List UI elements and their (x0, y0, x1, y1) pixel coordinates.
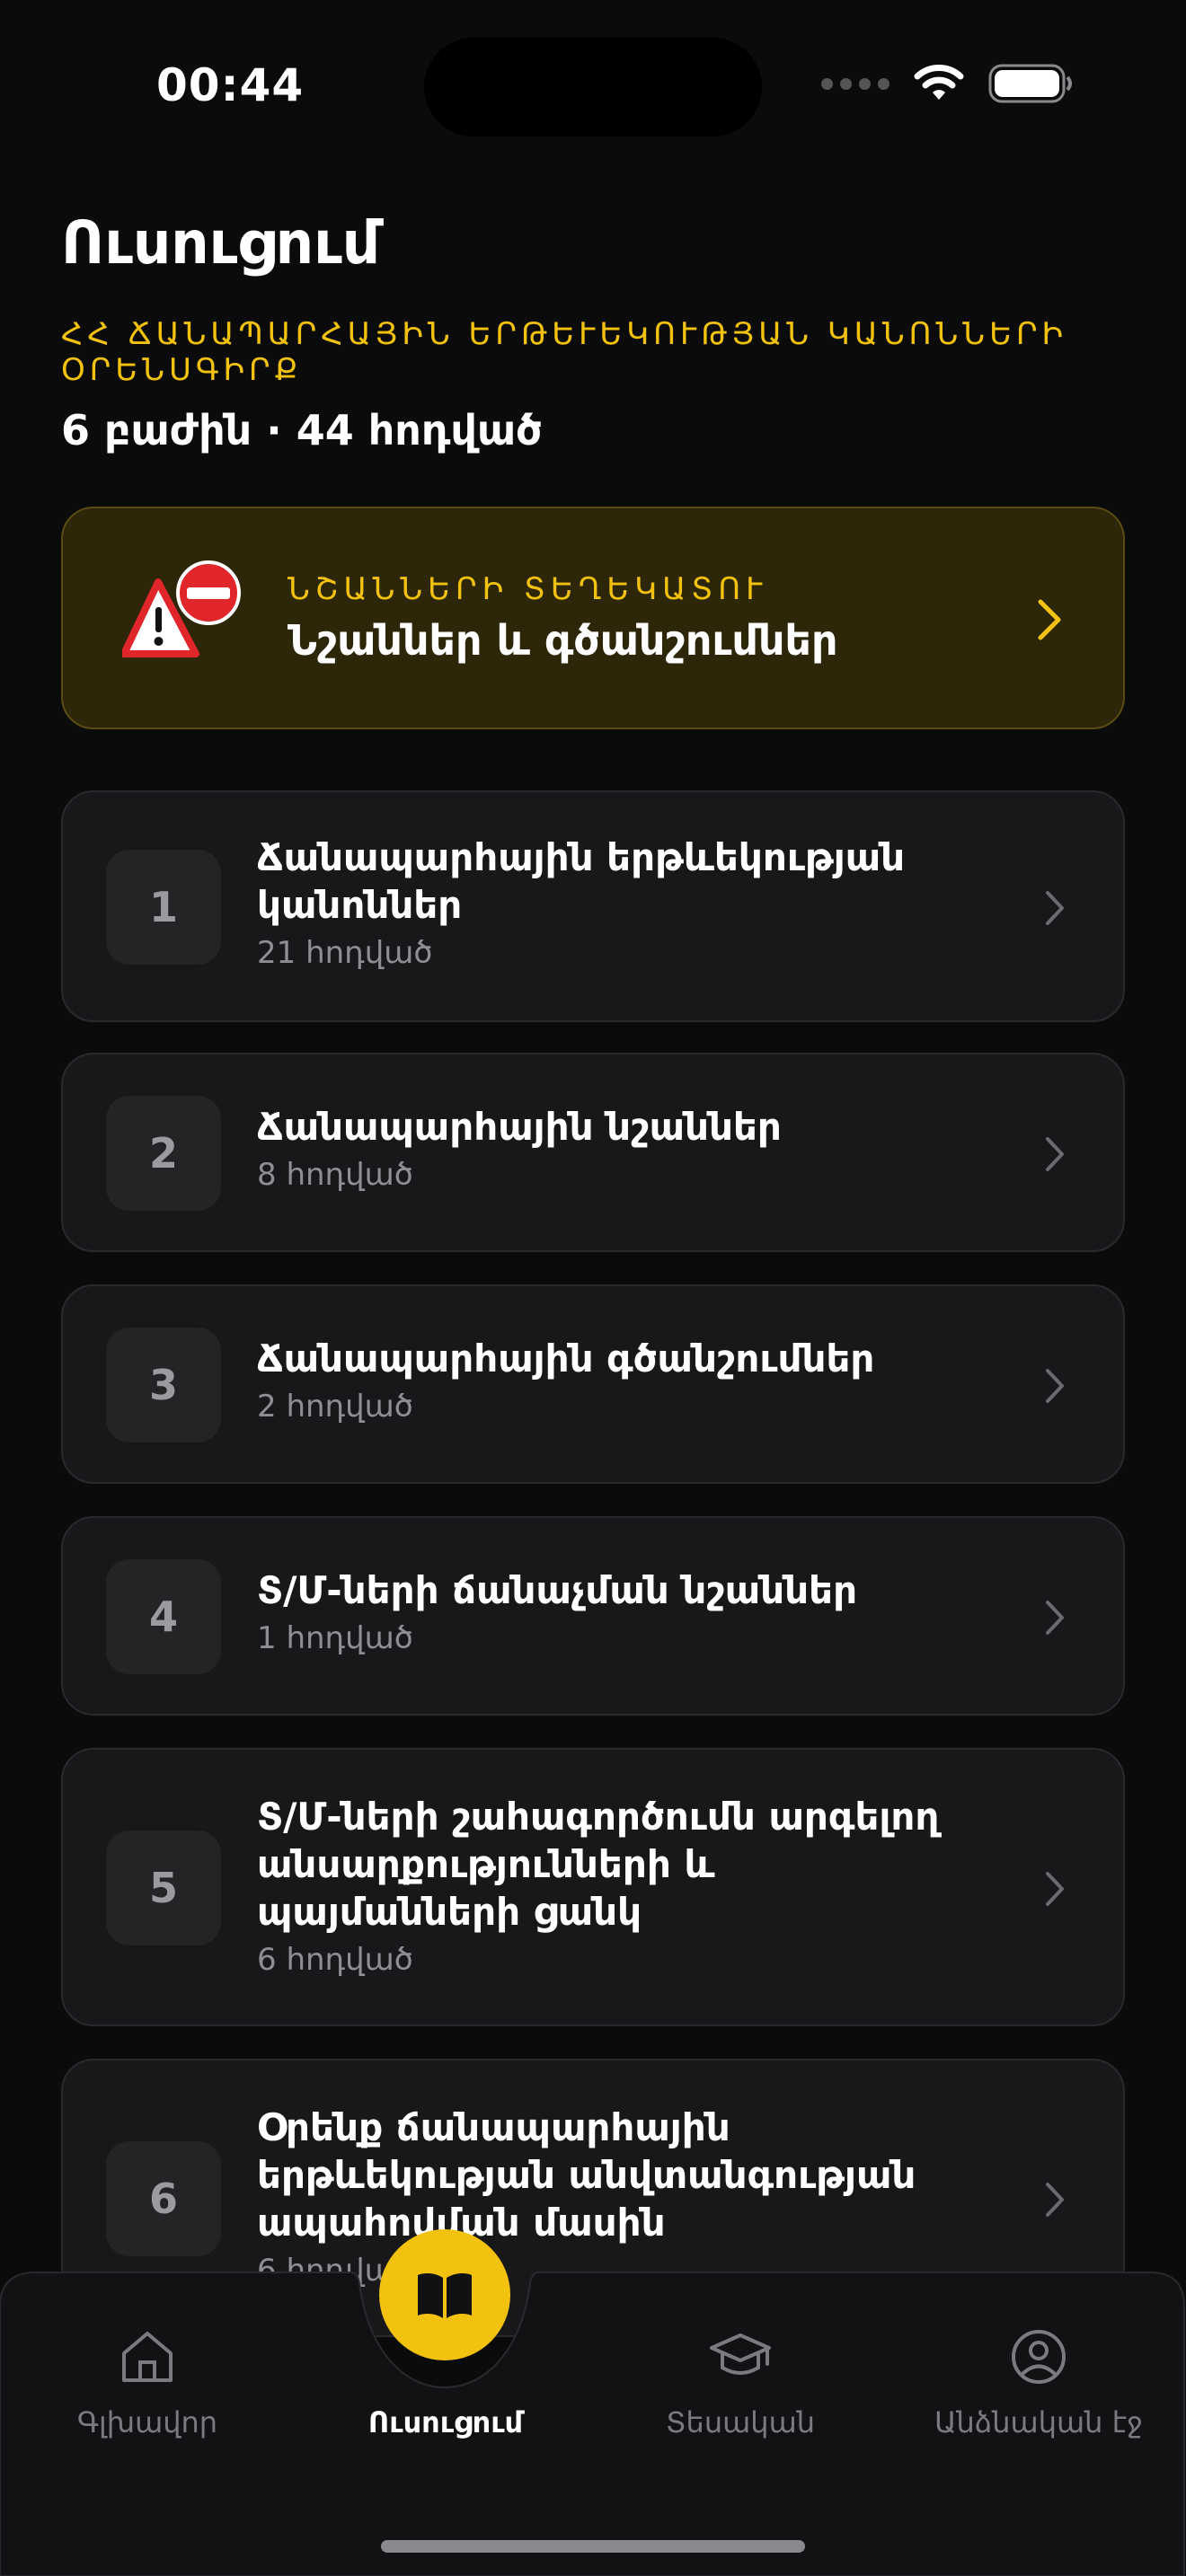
tab-label: Ուսուցում (367, 2405, 524, 2439)
signs-card-kicker: ՆՇԱՆՆԵՐԻ ՏԵՂԵԿԱՏՈՒ (288, 571, 768, 607)
section-article-count: 8 հոդված (257, 1157, 413, 1193)
chevron-right-icon (1046, 1137, 1064, 1171)
tab-label: Գլխավոր (76, 2405, 218, 2439)
chevron-right-icon (1046, 1601, 1064, 1635)
section-number-badge: 4 (106, 1559, 221, 1674)
page-title: Ուսուցում (61, 208, 381, 278)
section-title: Ճանապարհային նշաններ (257, 1105, 782, 1149)
section-article-count: 1 հոդված (257, 1620, 413, 1656)
section-title: Տ/Մ-ների ճանաչման նշաններ (257, 1568, 858, 1612)
dynamic-island (424, 38, 762, 137)
tab-label: Տեսական (665, 2405, 816, 2439)
chevron-right-icon (1046, 2183, 1064, 2217)
code-subtitle: ՀՀ ՃԱՆԱՊԱՐՀԱՅԻՆ ԵՐԹԵՒԵԿՈՒԹՅԱՆ ԿԱՆՈՆՆԵՐԻ … (61, 316, 1068, 388)
tab-home[interactable]: Գլխավոր (13, 2326, 282, 2439)
wifi-icon (914, 65, 964, 100)
home-icon (122, 2332, 173, 2382)
section-number-badge: 5 (106, 1831, 221, 1945)
section-article-count: 2 հոդված (257, 1389, 413, 1425)
tab-theory[interactable]: Տեսական (606, 2326, 875, 2439)
section-title: Տ/Մ-ների շահագործումն արգելող անսարքությ… (257, 1795, 940, 1934)
section-title: Ճանապարհային գծանշումներ (257, 1337, 875, 1381)
graduation-cap-icon (710, 2333, 771, 2375)
section-card-3[interactable]: 3 Ճանապարհային գծանշումներ 2 հոդված (61, 1284, 1125, 1484)
book-icon (418, 2273, 472, 2318)
section-card-4[interactable]: 4 Տ/Մ-ների ճանաչման նշաններ 1 հոդված (61, 1516, 1125, 1716)
status-icons (821, 63, 1075, 104)
section-article-counts: 6 բաժին · 44 հոդված (61, 406, 543, 454)
section-card-5[interactable]: 5 Տ/Մ-ների շահագործումն արգելող անսարքու… (61, 1748, 1125, 2026)
section-number-badge: 3 (106, 1328, 221, 1442)
chevron-right-icon (1046, 891, 1064, 925)
chevron-right-icon (1046, 1369, 1064, 1403)
tab-icon-spacer (311, 2326, 580, 2387)
signs-reference-card[interactable]: ՆՇԱՆՆԵՐԻ ՏԵՂԵԿԱՏՈՒ Նշաններ և գծանշումներ (61, 507, 1125, 729)
road-signs-icon (122, 560, 241, 657)
home-indicator[interactable] (381, 2540, 805, 2553)
chevron-right-icon (1038, 599, 1061, 640)
tab-learning[interactable]: Ուսուցում (311, 2326, 580, 2439)
cellular-signal-icon (821, 77, 890, 90)
section-title: Ճանապարհային երթևեկության կանոններ (257, 835, 906, 927)
signs-card-title: Նշաններ և գծանշումներ (288, 616, 838, 665)
battery-icon (988, 64, 1072, 103)
learning-screen: 00:44 Ուսուցում ՀՀ ՃԱՆԱՊԱՐՀԱՅԻՆ ԵՐԹԵՒԵԿՈ… (0, 0, 1186, 2576)
status-time: 00:44 (156, 59, 305, 111)
tab-label: Անձնական էջ (934, 2405, 1143, 2439)
section-number-badge: 2 (106, 1096, 221, 1211)
section-card-1[interactable]: 1 Ճանապարհային երթևեկության կանոններ 21 … (61, 790, 1125, 1022)
section-article-count: 21 հոդված (257, 935, 433, 971)
chevron-right-icon (1046, 1872, 1064, 1906)
section-number-badge: 1 (106, 850, 221, 965)
tab-profile[interactable]: Անձնական էջ (904, 2326, 1173, 2439)
user-icon (1012, 2330, 1066, 2384)
section-number-badge: 6 (106, 2141, 221, 2256)
section-title: Օրենք ճանապարհային երթևեկության անվտանգո… (257, 2105, 916, 2245)
section-article-count: 6 հոդված (257, 1942, 413, 1978)
section-card-2[interactable]: 2 Ճանապարհային նշաններ 8 հոդված (61, 1053, 1125, 1252)
